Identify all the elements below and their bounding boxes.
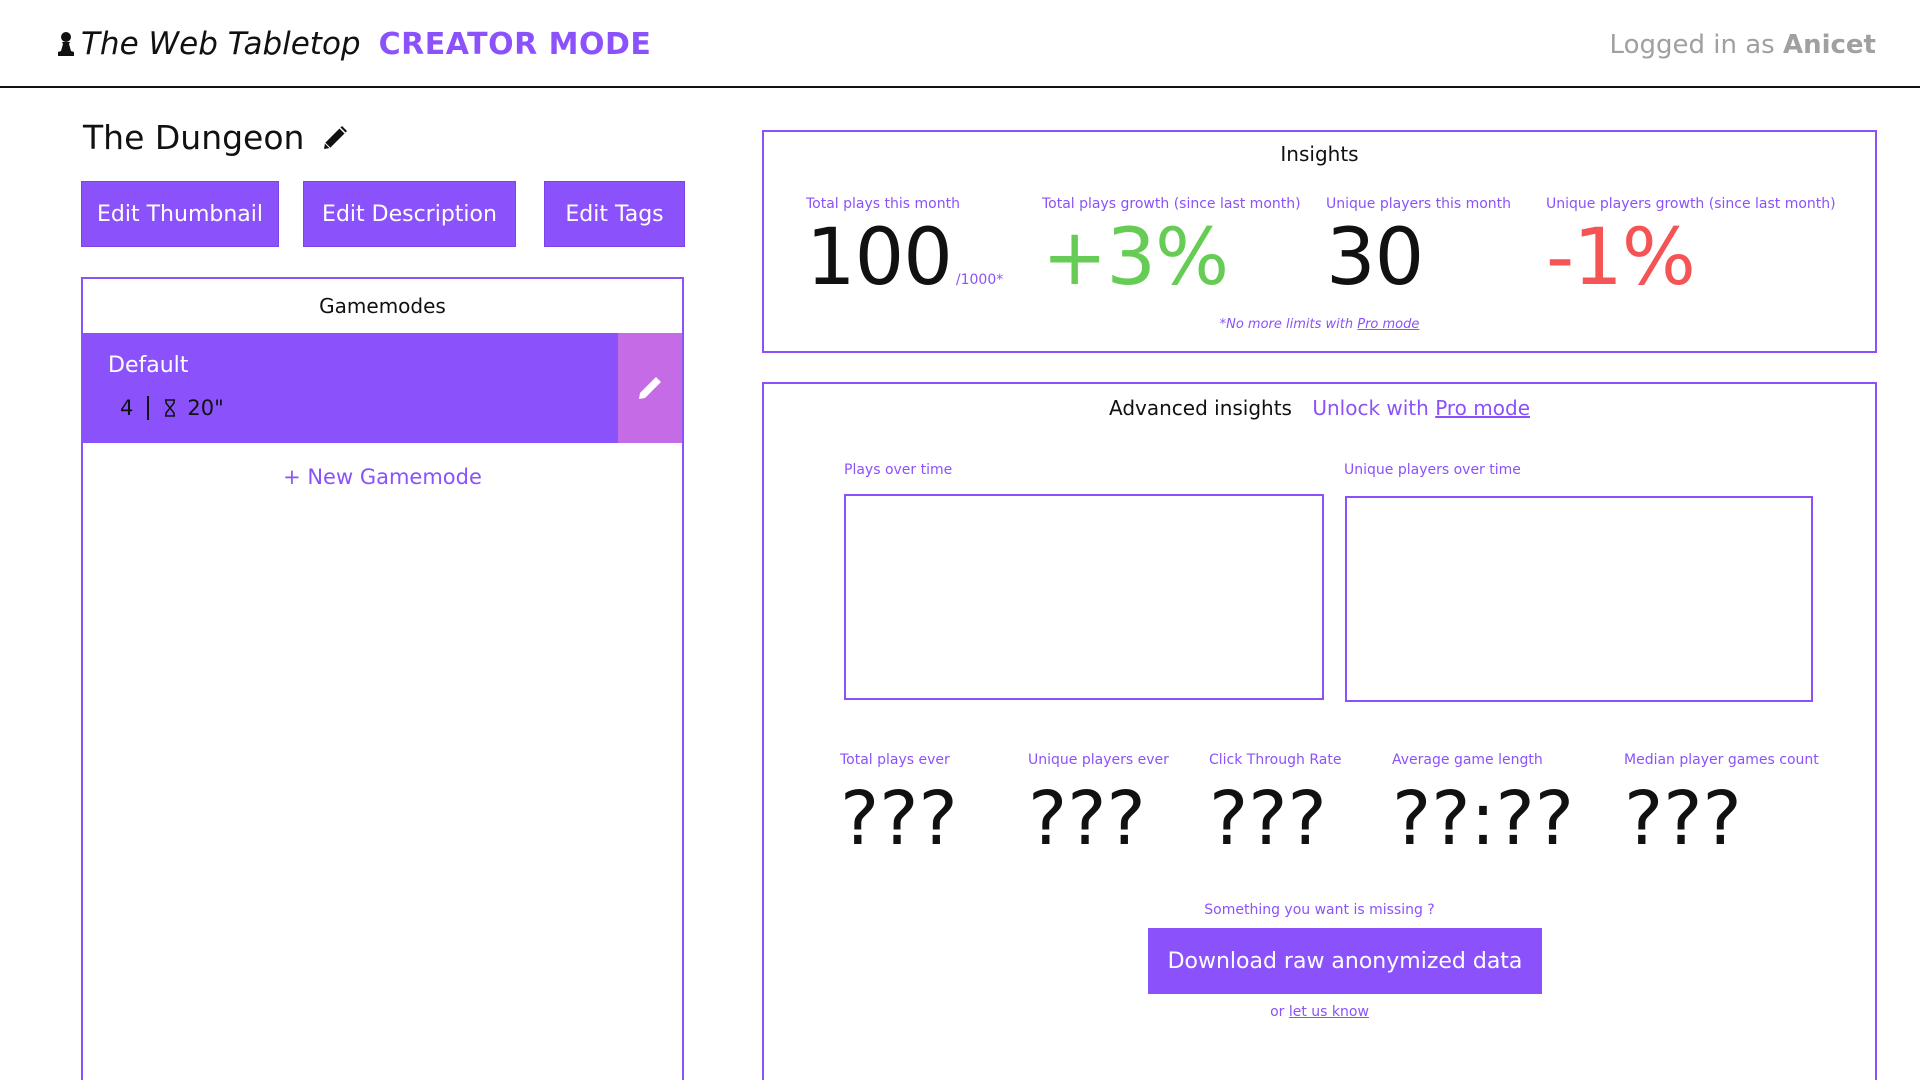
metric-plays-growth: Total plays growth (since last month) +3… — [1042, 196, 1301, 298]
pawn-icon — [58, 32, 74, 56]
gamemode-item[interactable]: Default 4 20" — [83, 333, 682, 443]
edit-thumbnail-button[interactable]: Edit Thumbnail — [81, 181, 279, 247]
stat-label: Total plays ever — [840, 752, 950, 768]
game-title-row: The Dungeon — [83, 118, 350, 157]
stat-total-plays-ever: Total plays ever ??? — [840, 752, 958, 858]
metric-cap: /1000* — [955, 272, 1004, 288]
unlock-text: Unlock with Pro mode — [1312, 396, 1530, 420]
advanced-title-row: Advanced insights Unlock with Pro mode — [764, 396, 1875, 420]
stat-label: Click Through Rate — [1209, 752, 1342, 768]
edit-icon — [639, 377, 661, 399]
insights-title: Insights — [1280, 142, 1359, 166]
login-status: Logged in as Anicet — [1610, 30, 1876, 60]
pencil-icon[interactable] — [320, 123, 350, 153]
gamemodes-panel: Gamemodes Default 4 20" + New Gamemode — [81, 277, 684, 1080]
feedback-prefix: or — [1270, 1004, 1285, 1020]
stat-label: Average game length — [1392, 752, 1543, 768]
stat-value: ??:?? — [1392, 776, 1575, 862]
metric-value: -1% — [1546, 213, 1696, 303]
pro-mode-link[interactable]: Pro mode — [1357, 317, 1419, 332]
edit-description-button[interactable]: Edit Description — [303, 181, 516, 247]
top-bar: The Web Tabletop CREATOR MODE Logged in … — [0, 0, 1920, 88]
advanced-insights-panel: Advanced insights Unlock with Pro mode P… — [762, 382, 1877, 1080]
username[interactable]: Anicet — [1783, 30, 1876, 60]
metric-label: Unique players this month — [1326, 196, 1512, 212]
metric-value: 100/1000* — [806, 218, 1003, 320]
meta-divider — [147, 396, 150, 420]
download-data-button[interactable]: Download raw anonymized data — [1148, 928, 1542, 994]
gamemode-meta: 4 20" — [108, 396, 618, 420]
hourglass-icon — [165, 399, 176, 417]
metric-players-growth: Unique players growth (since last month)… — [1546, 196, 1836, 298]
stat-click-through-rate: Click Through Rate ??? — [1209, 752, 1341, 858]
plays-over-time-chart — [844, 494, 1324, 700]
stat-value: ??? — [1209, 776, 1327, 862]
metric-value: 30 — [1326, 213, 1424, 303]
plays-chart-label: Plays over time — [844, 462, 953, 478]
creator-page: The Web Tabletop CREATOR MODE Logged in … — [0, 0, 1920, 1080]
feedback-row: or let us know — [764, 1004, 1875, 1020]
limit-note: *No more limits with Pro mode — [764, 317, 1875, 332]
stat-label: Median player games count — [1624, 752, 1819, 768]
players-chart-label: Unique players over time — [1344, 462, 1521, 478]
insights-panel: Insights Total plays this month 100/1000… — [762, 130, 1877, 353]
stat-value: ??? — [1028, 776, 1146, 862]
unique-players-over-time-chart — [1345, 496, 1813, 702]
advanced-title: Advanced insights — [1108, 396, 1292, 420]
stat-median-player-games: Median player games count ??? — [1624, 752, 1819, 858]
let-us-know-link[interactable]: let us know — [1289, 1004, 1369, 1020]
metric-value: +3% — [1042, 213, 1229, 303]
stat-unique-players-ever: Unique players ever ??? — [1028, 752, 1169, 858]
unlock-pro-link[interactable]: Pro mode — [1435, 396, 1530, 420]
gamemode-duration: 20" — [187, 396, 224, 420]
gamemodes-title: Gamemodes — [319, 294, 446, 318]
stat-value: ??? — [1624, 776, 1742, 862]
metric-total-plays: Total plays this month 100/1000* — [806, 196, 1003, 320]
creator-mode-label: CREATOR MODE — [378, 26, 652, 62]
missing-feedback-text: Something you want is missing ? — [1204, 902, 1435, 918]
new-gamemode-button[interactable]: + New Gamemode — [83, 465, 682, 489]
edit-tags-button[interactable]: Edit Tags — [544, 181, 685, 247]
gamemode-players: 4 — [120, 396, 134, 420]
gamemode-edit-button[interactable] — [618, 333, 682, 443]
stat-value: ??? — [840, 776, 958, 862]
gamemode-info: Default 4 20" — [83, 333, 618, 443]
gamemode-name: Default — [108, 353, 189, 378]
metric-label: Unique players growth (since last month) — [1546, 196, 1836, 212]
stat-average-game-length: Average game length ??:?? — [1392, 752, 1574, 858]
stat-label: Unique players ever — [1028, 752, 1169, 768]
game-title: The Dungeon — [83, 118, 305, 157]
metric-label: Total plays this month — [806, 196, 960, 212]
metric-unique-players: Unique players this month 30 — [1326, 196, 1511, 298]
metric-label: Total plays growth (since last month) — [1042, 196, 1301, 212]
login-prefix: Logged in as — [1609, 30, 1775, 60]
unlock-prefix: Unlock with — [1312, 396, 1429, 420]
brand[interactable]: The Web Tabletop CREATOR MODE — [55, 26, 651, 62]
brand-name: The Web Tabletop — [81, 26, 361, 62]
limit-note-text: *No more limits with — [1219, 317, 1354, 332]
metric-number: 100 — [806, 213, 953, 303]
